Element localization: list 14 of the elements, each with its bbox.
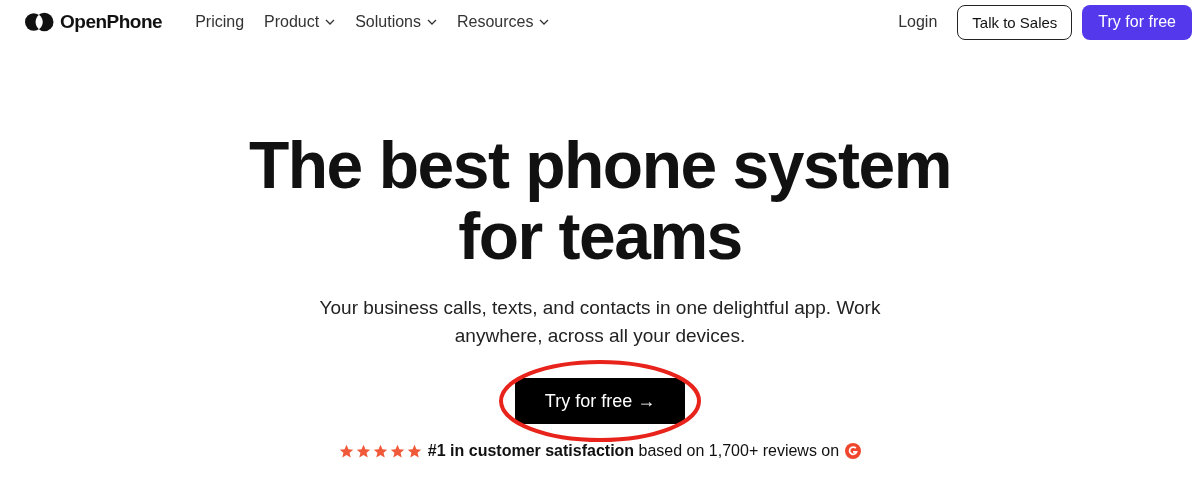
- g2-logo-icon: [845, 443, 862, 459]
- talk-to-sales-button[interactable]: Talk to Sales: [957, 4, 1073, 40]
- try-for-free-button[interactable]: Try for free →: [515, 378, 685, 424]
- nav-link[interactable]: Pricing: [195, 13, 245, 31]
- logo-icon: [25, 12, 54, 32]
- hero-subtitle: Your business calls, texts, and contacts in one delightful app. Work anywhere, across all your devices.: [318, 296, 882, 348]
- nav-link[interactable]: Solutions: [355, 13, 437, 31]
- try-for-free-button[interactable]: Try for free: [1082, 4, 1192, 40]
- nav-link[interactable]: Resources: [457, 13, 550, 31]
- rating-text: #1 in customer satisfaction based on 1,700+ reviews on: [427, 442, 840, 460]
- login-link[interactable]: Login: [898, 13, 938, 31]
- nav-link[interactable]: Product: [264, 13, 336, 31]
- brand-name[interactable]: OpenPhone: [60, 11, 163, 33]
- hero-title: The best phone system for teams: [248, 130, 952, 272]
